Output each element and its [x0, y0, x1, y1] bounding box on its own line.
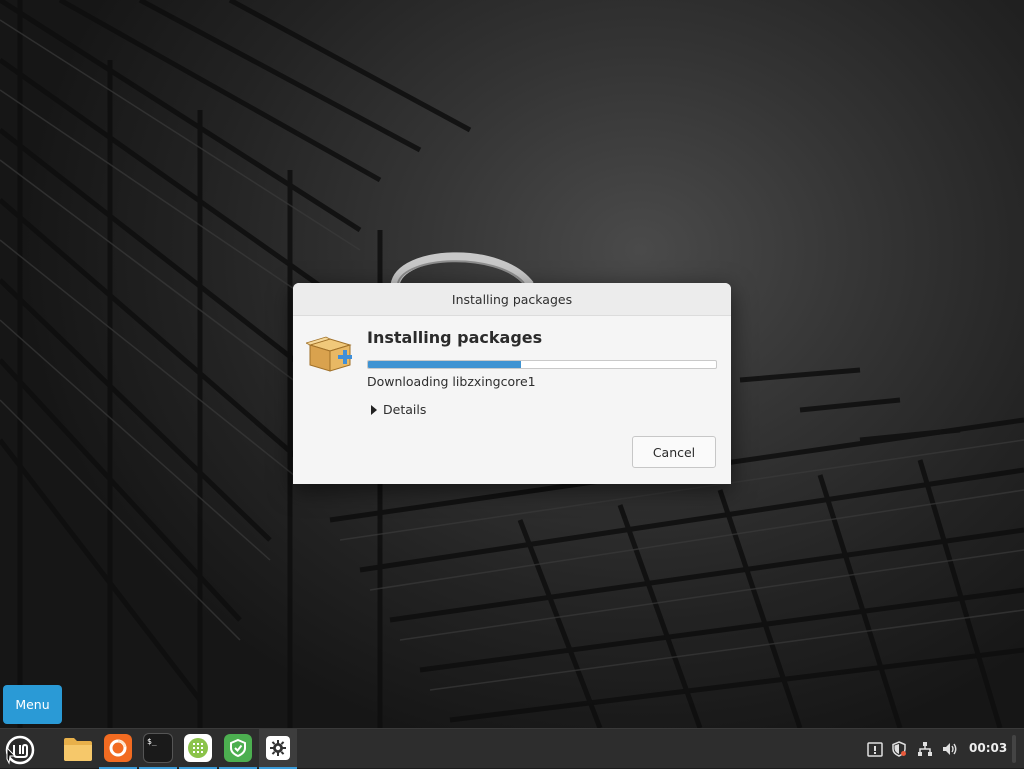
status-text: Downloading libzxingcore1: [367, 374, 536, 389]
installing-packages-dialog: Installing packages Installing packages …: [293, 283, 731, 484]
gear-icon: [266, 736, 290, 760]
shield-icon: [224, 734, 252, 762]
cancel-button[interactable]: Cancel: [632, 436, 716, 468]
package-add-icon: [306, 336, 352, 372]
folder-icon: [64, 738, 92, 761]
update-notifier-icon[interactable]: [867, 741, 883, 757]
launcher-terminal[interactable]: $_: [139, 729, 177, 769]
mint-menu-icon[interactable]: [4, 734, 36, 766]
clock[interactable]: 00:03: [969, 741, 1007, 755]
launcher-update-manager[interactable]: [219, 729, 257, 769]
menu-button[interactable]: Menu: [3, 685, 62, 724]
volume-icon[interactable]: [942, 741, 958, 757]
dialog-heading: Installing packages: [367, 328, 543, 347]
progress-fill: [368, 361, 522, 368]
launcher-files[interactable]: [59, 729, 97, 769]
expander-arrow-icon: [371, 404, 377, 415]
firefox-icon: [104, 734, 132, 762]
details-label: Details: [383, 402, 427, 417]
download-progress-bar: [367, 360, 717, 369]
terminal-prompt-glyph: $_: [147, 737, 157, 746]
launcher-software-manager[interactable]: [179, 729, 217, 769]
software-grid-icon: [184, 734, 212, 762]
panel-edge-handle: [1012, 735, 1016, 763]
launcher-firefox[interactable]: [99, 729, 137, 769]
dialog-titlebar[interactable]: Installing packages: [293, 283, 731, 316]
network-icon[interactable]: [917, 741, 933, 757]
details-expander[interactable]: Details: [371, 402, 426, 417]
dialog-window-title: Installing packages: [451, 291, 573, 307]
security-shield-icon[interactable]: [891, 741, 907, 757]
bottom-panel: $_ 00:03: [0, 728, 1024, 769]
launcher-settings[interactable]: [259, 729, 297, 769]
terminal-icon: $_: [143, 733, 173, 763]
